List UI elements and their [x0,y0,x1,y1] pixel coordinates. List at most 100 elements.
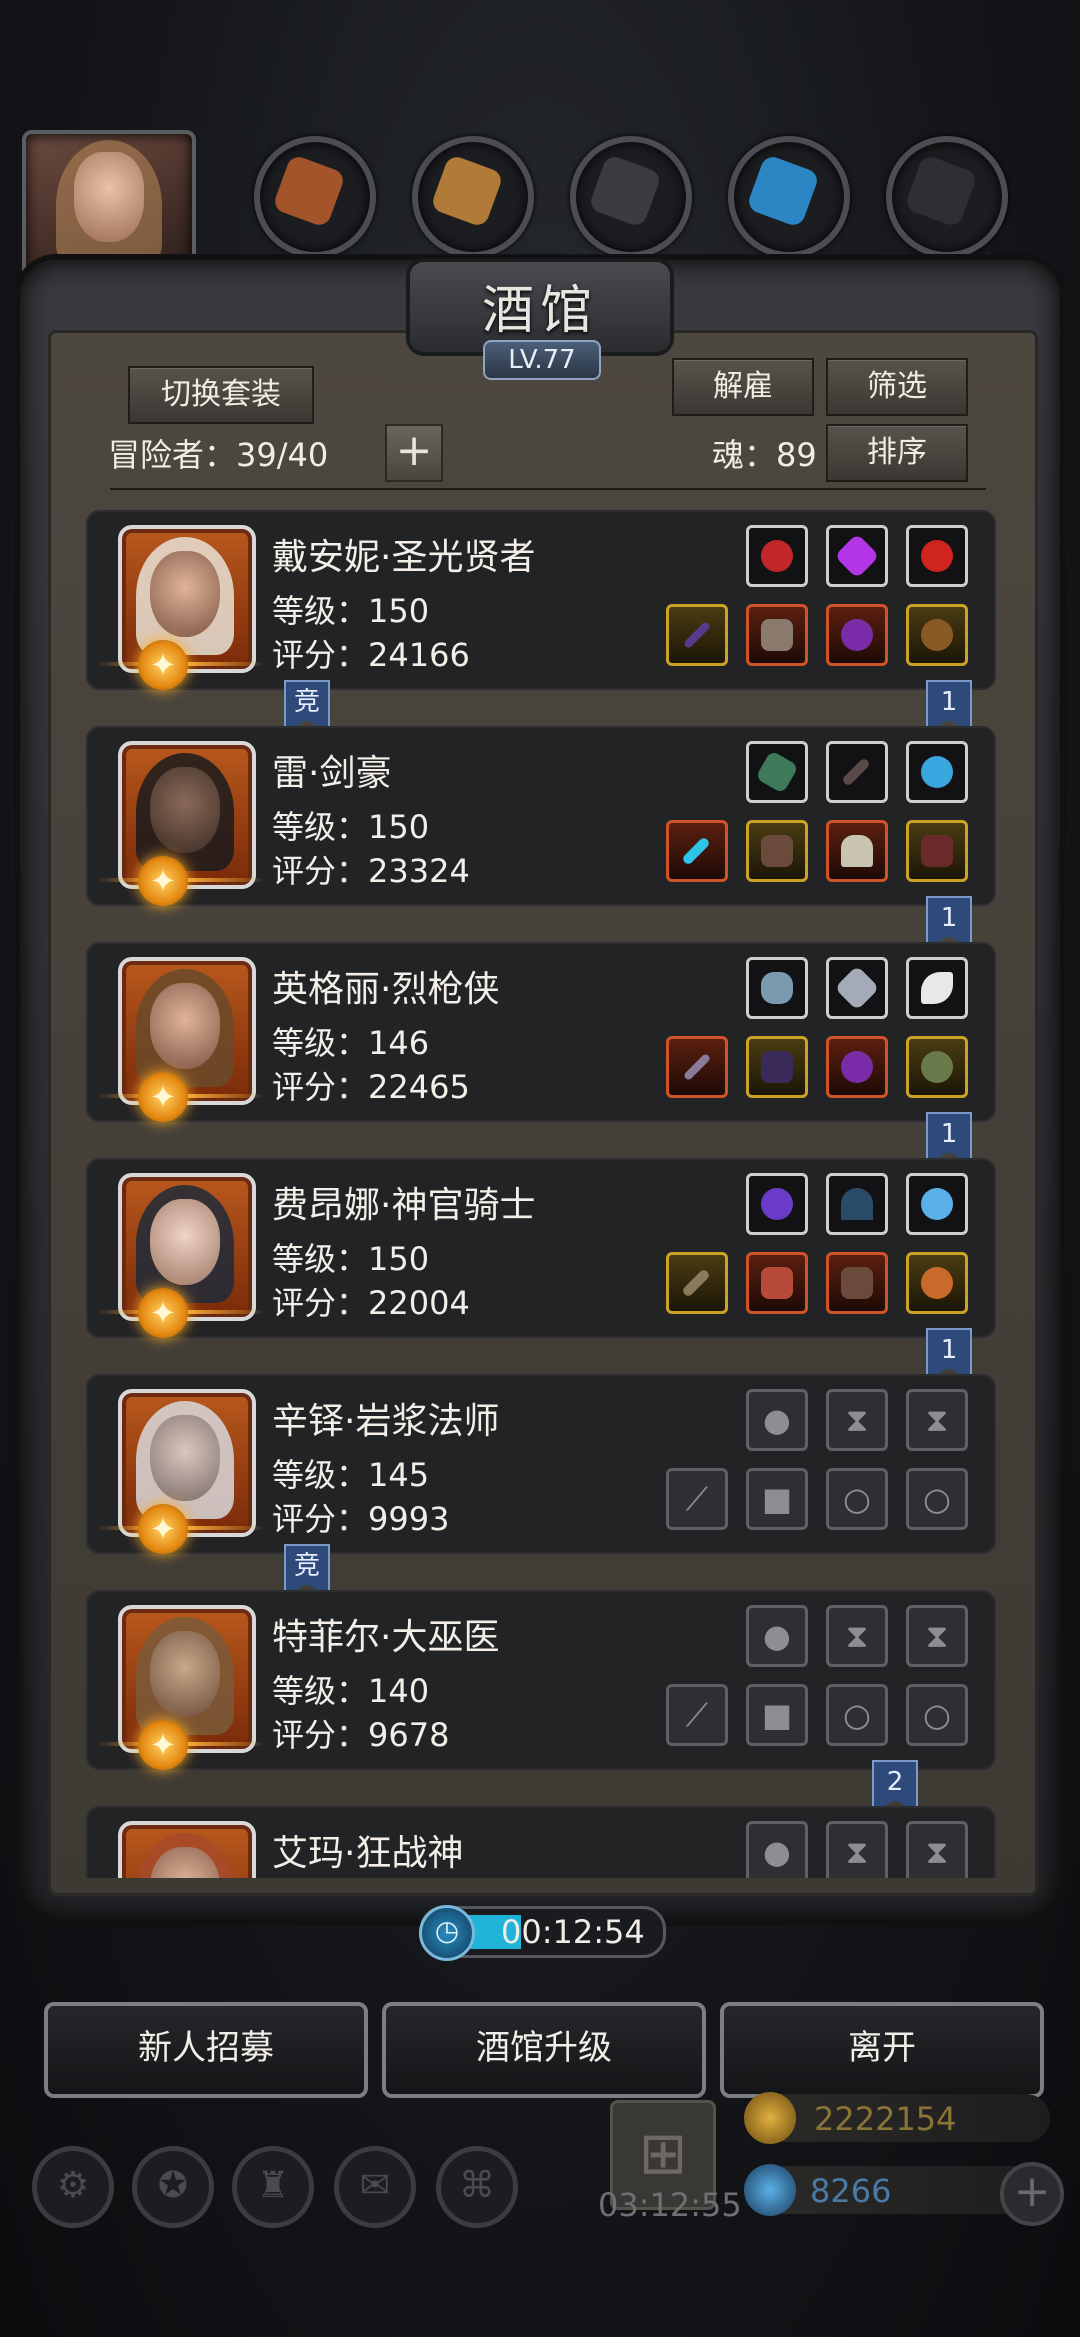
hero-name: 艾玛·狂战神 [272,1833,464,1874]
upgrade-tavern-button[interactable]: 酒馆升级 [382,2002,706,2098]
empty-slot-staff-icon[interactable]: ⟋ [666,1468,728,1530]
equip-slot-bracer-icon[interactable] [906,604,968,666]
empty-slot-drop-icon[interactable]: ● [746,1605,808,1667]
hero-score: 评分：24166 [272,636,470,674]
hero-name: 英格丽·烈枪侠 [272,969,500,1010]
gold-coin-icon [744,2092,796,2144]
switch-outfit-button[interactable]: 切换套装 [128,366,314,424]
star-badge-icon: ✦ [138,1720,188,1770]
hero-level: 等级：150 [272,1240,430,1278]
star-badge-icon: ✦ [138,1288,188,1338]
add-gems-button[interactable]: + [1000,2162,1064,2226]
sort-button[interactable]: 排序 [826,424,968,482]
add-slot-button[interactable]: + [385,424,443,482]
equip-slot-staff-icon[interactable] [666,604,728,666]
empty-slot-ring-icon[interactable]: ○ [826,1684,888,1746]
hero-card[interactable]: ✦ 英格丽·烈枪侠 等级：146 评分：22465 [86,942,996,1122]
adventurer-count: 冒险者：39/40 [108,436,329,474]
hero-portrait [118,1605,256,1753]
equip-slot-armor-icon[interactable] [746,820,808,882]
rank-ribbon: 1 [926,680,972,732]
equip-slot-bracelet-icon[interactable] [906,1252,968,1314]
recruit-button[interactable]: 新人招募 [44,2002,368,2098]
settings-icon[interactable]: ⚙ [32,2146,114,2228]
equip-slot-armor-icon[interactable] [746,1252,808,1314]
equip-slot-tome-icon[interactable] [826,1252,888,1314]
empty-slot-drop-icon[interactable]: ● [746,1389,808,1451]
resource-meat-icon[interactable] [254,136,376,258]
equip-slot-necklace-icon[interactable] [826,1036,888,1098]
equip-slot-helmet-icon[interactable] [826,820,888,882]
equip-slot-armor-icon[interactable] [746,604,808,666]
empty-slot-ring-icon[interactable]: ○ [906,1684,968,1746]
mail-icon[interactable]: ✉ [334,2146,416,2228]
hero-card[interactable]: ✦ 费昂娜·神官骑士 等级：150 评分：22004 [86,1158,996,1338]
empty-slot-ring-icon[interactable]: ○ [906,1468,968,1530]
empty-slot-armor-icon[interactable]: ■ [746,1468,808,1530]
hero-score: 评分：22004 [272,1284,470,1322]
equip-slot-ring-icon[interactable] [906,525,968,587]
tavern-level-badge: LV.77 [483,340,601,380]
hero-card[interactable]: ✦ 特菲尔·大巫医 等级：140 评分：9678 ● ⧗ ⧗ ⟋ ■ ○ ○ [86,1590,996,1770]
hero-card[interactable]: ✦ 辛铎·岩浆法师 等级：145 评分：9993 ● ⧗ ⧗ ⟋ ■ ○ ○ [86,1374,996,1554]
equip-slot-gem-icon[interactable] [826,525,888,587]
hero-card[interactable]: ✦ 雷·剑豪 等级：150 评分：23324 [86,726,996,906]
equip-slot-bow-icon[interactable] [826,1173,888,1235]
equip-slot-sword-icon[interactable] [666,820,728,882]
equip-slot-orb-icon[interactable] [746,1173,808,1235]
filter-button[interactable]: 筛选 [826,358,968,416]
empty-slot-hourglass-icon[interactable]: ⧗ [906,1821,968,1878]
resource-crystal-icon[interactable] [728,136,850,258]
soul-count: 魂：89 [712,436,817,474]
hero-card[interactable]: ✦ 戴安妮·圣光贤者 等级：150 评分：24166 [86,510,996,690]
equip-slot-mace-icon[interactable] [666,1252,728,1314]
equip-slot-shield-icon[interactable] [906,1036,968,1098]
resource-iron-icon[interactable] [886,136,1008,258]
map-icon[interactable]: ⌘ [436,2146,518,2228]
equip-slot-crystal-icon[interactable] [746,741,808,803]
equip-slot-cloak-icon[interactable] [746,1036,808,1098]
star-badge-icon: ✦ [138,1504,188,1554]
empty-slot-hourglass-icon[interactable]: ⧗ [826,1821,888,1878]
divider [110,488,986,490]
quest-icon[interactable]: ✪ [132,2146,214,2228]
empty-slot-staff-icon[interactable]: ⟋ [666,1684,728,1746]
hero-card[interactable]: 艾玛·狂战神 ● ⧗ ⧗ [86,1806,996,1878]
avatar-face [74,152,144,242]
equip-slot-feather-icon[interactable] [826,741,888,803]
hero-name: 辛铎·岩浆法师 [272,1401,500,1442]
equip-slot-spear-icon[interactable] [666,1036,728,1098]
star-badge-icon: ✦ [138,640,188,690]
equip-slot-emblem-icon[interactable] [826,957,888,1019]
leave-button[interactable]: 离开 [720,2002,1044,2098]
hero-name: 费昂娜·神官骑士 [272,1185,536,1226]
hero-list[interactable]: ✦ 戴安妮·圣光贤者 等级：150 评分：24166 竞 1 ✦ 雷·剑豪 等级… [86,506,996,1878]
timer-text: 00:12:54 [501,1913,645,1951]
empty-slot-hourglass-icon[interactable]: ⧗ [826,1389,888,1451]
equip-slot-amulet-icon[interactable] [746,525,808,587]
empty-slot-drop-icon[interactable]: ● [746,1821,808,1878]
equip-slot-stone-icon[interactable] [746,957,808,1019]
rank-ribbon: 1 [926,1328,972,1380]
empty-slot-ring-icon[interactable]: ○ [826,1468,888,1530]
hero-name: 戴安妮·圣光贤者 [272,537,536,578]
hero-score: 评分：22465 [272,1068,470,1106]
equip-slot-charm-icon[interactable] [906,1173,968,1235]
equip-slot-wing-icon[interactable] [906,957,968,1019]
empty-slot-hourglass-icon[interactable]: ⧗ [906,1605,968,1667]
guild-icon[interactable]: ♜ [232,2146,314,2228]
rank-ribbon: 2 [872,1760,918,1812]
gold-amount: 2222154 [814,2100,957,2138]
resource-wood-icon[interactable] [412,136,534,258]
equip-slot-egg-icon[interactable] [906,741,968,803]
rank-ribbon: 1 [926,1112,972,1164]
empty-slot-hourglass-icon[interactable]: ⧗ [826,1605,888,1667]
hero-level: 等级：145 [272,1456,430,1494]
resource-stone-icon[interactable] [570,136,692,258]
equip-slot-boots-icon[interactable] [906,820,968,882]
panel-title: 酒馆 [481,281,598,341]
equip-slot-necklace-icon[interactable] [826,604,888,666]
dismiss-button[interactable]: 解雇 [672,358,814,416]
empty-slot-hourglass-icon[interactable]: ⧗ [906,1389,968,1451]
empty-slot-armor-icon[interactable]: ■ [746,1684,808,1746]
